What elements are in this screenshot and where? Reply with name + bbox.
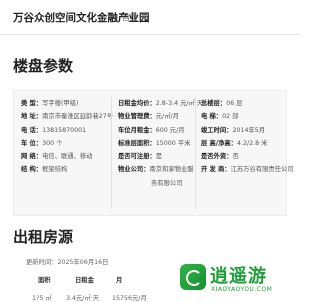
watermark-subtext: XIAOYAOYOU.COM [211, 286, 273, 293]
param-label: 电 话： [21, 126, 43, 134]
rent-updated-time: 更新时间：2025年06月16日 [26, 259, 109, 266]
params-panel: 类 型：写字楼(甲级) 地 址：南京市秦淮区延龄巷27号 电 话：1381587… [13, 90, 294, 216]
param-row: 电 话：13815870001 [21, 124, 113, 137]
param-row: 类 型：写字楼(甲级) [21, 97, 113, 110]
param-value: 电信、联通、移动 [42, 153, 93, 161]
param-row: 日租金均价：2.8-3.4 元/㎡·天 [118, 97, 203, 110]
param-label: 网 络： [21, 153, 43, 161]
rent-cell-daily-rent: 3.4元/㎡·天 [66, 295, 100, 302]
param-value: 02 部 [222, 113, 239, 121]
param-value: 南京和家物业服 [149, 166, 194, 174]
param-label: 物业公司： [118, 166, 150, 174]
param-label: 电 梯： [201, 113, 223, 121]
param-value: 务有限公司 [151, 179, 183, 187]
param-label: 标准层面积： [118, 139, 156, 147]
param-row: 物业公司：南京和家物业服 [118, 163, 203, 176]
column-divider [195, 97, 196, 209]
param-value: 4.2/2.8 米 [236, 139, 268, 147]
param-value: 2.8-3.4 元/㎡·天 [155, 100, 204, 107]
param-value: 写字楼(甲级) [42, 100, 79, 107]
params-section-title: 楼盘参数 [13, 57, 74, 75]
param-label: 地 址： [21, 113, 43, 121]
param-value: 江苏万谷有限责任公司 [230, 166, 294, 174]
watermark-text: 逍遥游 [210, 266, 267, 287]
param-row: 结 构：框架结构 [21, 163, 113, 176]
param-label: 总楼层： [201, 100, 227, 107]
rent-section-title: 出租房源 [13, 228, 74, 246]
param-row: 标准层面积：15000 平米 [118, 137, 203, 150]
rent-cell-monthly: 15756元/月 [112, 295, 147, 302]
params-column-2: 日租金均价：2.8-3.4 元/㎡·天 物业管理费：元/㎡/月 车位月租金：60… [118, 97, 203, 190]
params-column-3: 总楼层：06 层 电 梯：02 部 竣工时间：2014年5月 层 高/净高：4.… [201, 97, 294, 177]
param-row: 开 发 商：江苏万谷有限责任公司 [201, 163, 294, 176]
param-label: 是否可注册： [118, 153, 156, 161]
param-row: 电 梯：02 部 [201, 110, 294, 123]
params-column-1: 类 型：写字楼(甲级) 地 址：南京市秦淮区延龄巷27号 电 话：1381587… [21, 97, 113, 177]
param-label: 物业管理费： [118, 113, 156, 121]
param-label: 车位月租金： [118, 126, 156, 134]
param-row: 地 址：南京市秦淮区延龄巷27号 [21, 110, 113, 123]
param-label: 层 高/净高： [201, 139, 237, 147]
watermark-logo: 逍遥游 XIAOYAOYOU.COM [180, 256, 300, 300]
param-value: 15000 平米 [155, 139, 191, 147]
param-row: 车位月租金：600 元/月 [118, 124, 203, 137]
param-row: 网 络：电信、联通、移动 [21, 150, 113, 163]
param-row: 车 位：300 个 [21, 137, 113, 150]
param-row: 是否可注册：是 [118, 150, 203, 163]
param-label: 日租金均价： [118, 100, 156, 107]
param-row: 是否外资：否 [201, 150, 294, 163]
param-label: 类 型： [21, 100, 43, 107]
param-label: 车 位： [21, 139, 43, 147]
param-value: 是 [155, 153, 163, 161]
param-row: 层 高/净高：4.2/2.8 米 [201, 137, 294, 150]
param-value: 600 元/月 [155, 126, 185, 134]
param-value: 13815870001 [42, 126, 87, 134]
rent-cell-area: 1?5 ㎡ [32, 295, 52, 302]
param-label: 是否外资： [201, 153, 233, 161]
nav-home-link[interactable]: 首页 [122, 12, 138, 23]
param-value: 框架结构 [42, 166, 68, 174]
column-divider [111, 97, 112, 209]
param-row: 总楼层：06 层 [201, 97, 294, 110]
param-value: 南京市秦淮区延龄巷27号 [42, 113, 114, 121]
watermark-icon [180, 264, 206, 290]
rent-header-area: 面积 [38, 277, 51, 284]
param-value: 否 [232, 153, 239, 161]
param-value: 300 个 [42, 139, 63, 147]
param-value: 2014年5月 [232, 126, 266, 134]
param-row: 物业管理费：元/㎡/月 [118, 110, 203, 123]
rent-header-daily-rent: 日租金 [75, 277, 94, 284]
param-label: 竣工时间： [201, 126, 233, 134]
param-value: 元/㎡/月 [155, 113, 179, 121]
top-bar: 万谷众创空间文化金融产业园 首页 [0, 0, 300, 35]
param-label: 开 发 商： [201, 166, 231, 174]
param-value: 06 层 [226, 100, 243, 107]
rent-header-monthly: 月 [116, 277, 123, 284]
param-row: 竣工时间：2014年5月 [201, 124, 294, 137]
param-label: 结 构： [21, 166, 43, 174]
param-row: 务有限公司 [118, 177, 203, 190]
